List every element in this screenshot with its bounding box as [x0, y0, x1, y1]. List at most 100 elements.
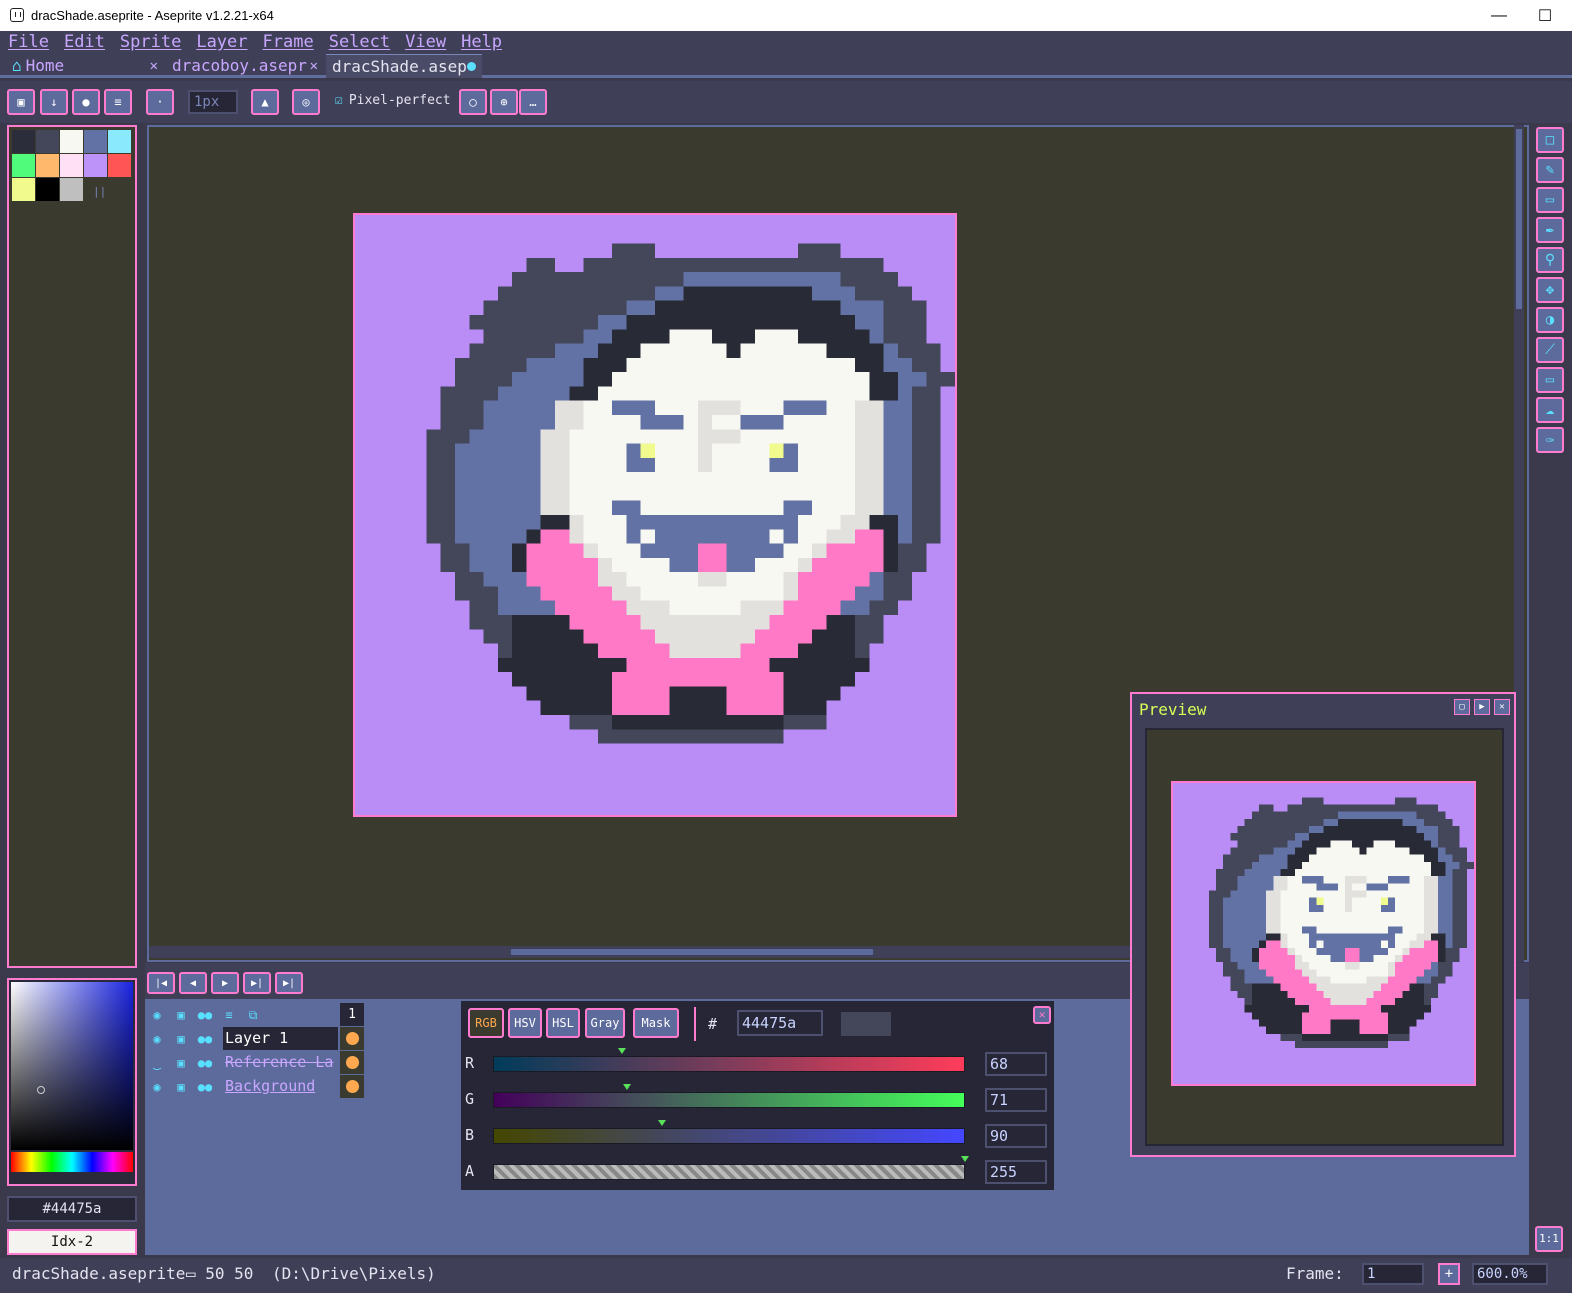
slider-handle[interactable]: [961, 1156, 969, 1162]
menu-view[interactable]: View: [405, 31, 446, 53]
tab-home[interactable]: ⌂ Home ✕: [6, 54, 162, 78]
padlock-icon[interactable]: ▣: [171, 1005, 191, 1025]
palette-swatch[interactable]: [108, 154, 131, 177]
menu-sprite[interactable]: Sprite: [120, 31, 181, 53]
palette-swatch[interactable]: [60, 178, 83, 201]
play-icon[interactable]: ▶: [211, 972, 239, 994]
close-icon[interactable]: ✕: [1033, 1006, 1051, 1024]
picker-cursor[interactable]: [37, 1086, 45, 1094]
menu-edit[interactable]: Edit: [64, 31, 105, 53]
channel-value-input[interactable]: 68: [985, 1052, 1047, 1076]
layer-name[interactable]: Reference La: [223, 1051, 338, 1074]
padlock-icon[interactable]: ▣: [171, 1077, 191, 1097]
continuous-icon[interactable]: ●●: [195, 1053, 215, 1073]
menu-help[interactable]: Help: [461, 31, 502, 53]
first-frame-icon[interactable]: |◀: [147, 972, 175, 994]
eye-closed-icon[interactable]: ‿: [147, 1053, 167, 1073]
horizontal-scroll-thumb[interactable]: [511, 949, 873, 955]
cel[interactable]: [340, 1027, 364, 1050]
frame-number-header[interactable]: 1: [340, 1003, 364, 1026]
palette-swatch[interactable]: [36, 178, 59, 201]
channel-slider[interactable]: [493, 1092, 965, 1108]
settings-sliders-icon[interactable]: ≡: [219, 1005, 239, 1025]
close-icon[interactable]: ✕: [1494, 699, 1510, 715]
menu-layer[interactable]: Layer: [196, 31, 247, 53]
zoom-tool-icon[interactable]: ⚲: [1536, 247, 1564, 273]
pencil-tool-icon[interactable]: ✎: [1536, 157, 1564, 183]
menu-select[interactable]: Select: [329, 31, 390, 53]
menu-frame[interactable]: Frame: [263, 31, 314, 53]
circle-brush-icon[interactable]: ●: [72, 89, 100, 115]
checkbox-icon[interactable]: ☑: [335, 93, 343, 108]
current-color-hex[interactable]: #44475a: [7, 1196, 137, 1222]
palette-swatch[interactable]: [12, 178, 35, 201]
opacity-icon[interactable]: ◎: [292, 89, 320, 115]
fill-tool-icon[interactable]: ◑: [1536, 307, 1564, 333]
rgb-mode-button[interactable]: RGB: [468, 1008, 504, 1038]
palette-swatch[interactable]: [108, 130, 131, 153]
blur-tool-icon[interactable]: ✑: [1536, 427, 1564, 453]
slider-handle[interactable]: [623, 1084, 632, 1090]
layer-name[interactable]: Background: [223, 1075, 338, 1098]
fullscreen-icon[interactable]: ▢: [1454, 699, 1470, 715]
padlock-icon[interactable]: ▣: [171, 1053, 191, 1073]
saturation-value-box[interactable]: [11, 982, 133, 1150]
preview-area[interactable]: [1145, 728, 1504, 1146]
previous-frame-icon[interactable]: ◀: [179, 972, 207, 994]
close-icon[interactable]: ✕: [150, 54, 158, 78]
layer-row[interactable]: ◉ ▣ ●● Background: [147, 1075, 364, 1098]
hsv-mode-button[interactable]: HSV: [508, 1008, 542, 1038]
close-window-icon[interactable]: [1522, 0, 1568, 31]
last-frame-icon[interactable]: ▶|: [275, 972, 303, 994]
minimize-box[interactable]: [1476, 0, 1522, 31]
preview-canvas[interactable]: [1171, 781, 1476, 1086]
channel-slider[interactable]: [493, 1056, 965, 1072]
zoom-input[interactable]: 600.0%: [1472, 1263, 1548, 1285]
channel-value-input[interactable]: 255: [985, 1160, 1047, 1184]
lock-icon[interactable]: ▣: [7, 89, 35, 115]
menu-lines-icon[interactable]: ≡: [104, 89, 132, 115]
sprite-artwork[interactable]: [355, 215, 955, 815]
palette-swatch[interactable]: [84, 154, 107, 177]
palette-swatch[interactable]: [12, 130, 35, 153]
actual-size-button[interactable]: 1:1: [1535, 1226, 1563, 1252]
modified-dot-icon[interactable]: [467, 62, 476, 71]
preview-window[interactable]: Preview ▢ ▶ ✕: [1130, 692, 1516, 1157]
vertical-scroll-thumb[interactable]: [1516, 129, 1522, 309]
onion-skin-icon[interactable]: ●●: [195, 1005, 215, 1025]
close-icon[interactable]: ✕: [310, 54, 318, 78]
ink-icon[interactable]: ▲: [251, 89, 279, 115]
brush-size-input[interactable]: 1px: [188, 90, 238, 114]
channel-value-input[interactable]: 71: [985, 1088, 1047, 1112]
channel-slider[interactable]: [493, 1164, 965, 1180]
palette-swatch[interactable]: [36, 154, 59, 177]
palette-grip-icon[interactable]: ||: [93, 185, 106, 198]
palette-swatch[interactable]: [84, 130, 107, 153]
new-frame-button[interactable]: +: [1438, 1263, 1460, 1285]
line-tool-icon[interactable]: ⟋: [1536, 337, 1564, 363]
cel[interactable]: [340, 1075, 364, 1098]
slider-handle[interactable]: [658, 1120, 667, 1126]
channel-value-input[interactable]: 90: [985, 1124, 1047, 1148]
channel-slider[interactable]: [493, 1128, 965, 1144]
play-icon[interactable]: ▶: [1474, 699, 1490, 715]
cel[interactable]: [340, 1051, 364, 1074]
continuous-icon[interactable]: ●●: [195, 1029, 215, 1049]
eraser-tool-icon[interactable]: ▭: [1536, 187, 1564, 213]
pixel-perfect-toggle[interactable]: ☑ Pixel-perfect: [335, 93, 451, 108]
layer-row[interactable]: ‿ ▣ ●● Reference La: [147, 1051, 364, 1074]
eye-icon[interactable]: ◉: [147, 1005, 167, 1025]
eye-icon[interactable]: ◉: [147, 1077, 167, 1097]
color-spectrum[interactable]: [7, 978, 137, 1186]
rectangle-tool-icon[interactable]: ▭: [1536, 367, 1564, 393]
hue-bar[interactable]: [11, 1152, 133, 1172]
gray-mode-button[interactable]: Gray: [585, 1008, 625, 1038]
padlock-icon[interactable]: ▣: [171, 1029, 191, 1049]
palette-swatch[interactable]: [60, 154, 83, 177]
menu-file[interactable]: File: [8, 31, 49, 53]
sprite-canvas[interactable]: [353, 213, 957, 817]
next-frame-icon[interactable]: ▶|: [243, 972, 271, 994]
layer-row[interactable]: ◉ ▣ ●● Layer 1: [147, 1027, 364, 1050]
hsl-mode-button[interactable]: HSL: [546, 1008, 580, 1038]
continuous-icon[interactable]: ●●: [195, 1077, 215, 1097]
